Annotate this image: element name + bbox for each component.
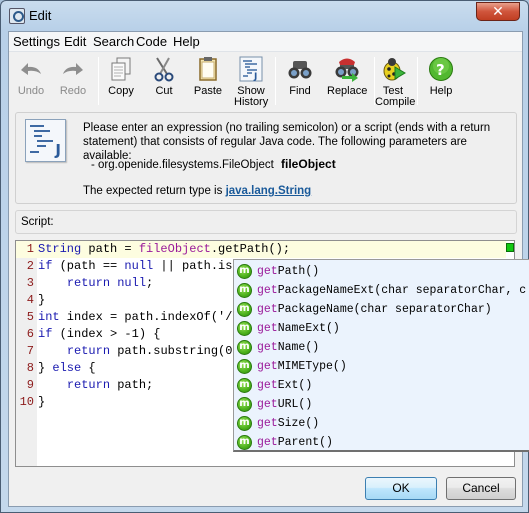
code-text: if (index > -1) { — [38, 327, 161, 341]
cut-button[interactable]: Cut — [150, 56, 178, 106]
paste-icon — [195, 56, 221, 82]
parameter-type: - org.openide.filesystems.FileObject — [91, 159, 274, 171]
edit-dialog: Edit ✕ Settings Edit Search Code Help Un… — [0, 0, 529, 513]
toolbar: Undo Redo Copy Cut Paste J Show History … — [9, 52, 522, 108]
method-icon: m — [237, 378, 252, 393]
menu-bar: Settings Edit Search Code Help — [9, 32, 522, 52]
menu-code[interactable]: Code — [134, 34, 169, 49]
replace-icon — [334, 56, 360, 82]
redo-icon — [60, 56, 86, 82]
completion-text: getSize() — [257, 417, 320, 430]
completion-text: getURL() — [257, 398, 313, 411]
method-icon: m — [237, 321, 252, 336]
script-section-header: Script: — [15, 210, 517, 234]
code-text: } else { — [38, 361, 96, 375]
show-history-button[interactable]: J Show History — [234, 56, 268, 108]
window-title: Edit — [29, 8, 52, 23]
return-type-prefix: The expected return type is — [83, 185, 223, 197]
undo-icon — [18, 56, 44, 82]
close-button[interactable]: ✕ — [476, 2, 520, 21]
compile-status-indicator — [506, 243, 514, 252]
line-number: 2 — [26, 259, 34, 273]
java-script-icon: J — [25, 119, 66, 162]
toolbar-separator — [275, 57, 276, 105]
completion-text: getPackageNameExt(char separatorChar, c — [257, 284, 527, 297]
parameter-name: fileObject — [281, 157, 336, 171]
completion-text: getName() — [257, 341, 320, 354]
method-icon: m — [237, 264, 252, 279]
toolbar-separator — [98, 57, 99, 105]
line-number: 7 — [26, 344, 34, 358]
method-icon: m — [237, 283, 252, 298]
method-icon: m — [237, 416, 252, 431]
menu-search[interactable]: Search — [91, 34, 136, 49]
line-number: 3 — [26, 276, 34, 290]
code-text: } — [38, 293, 46, 307]
svg-text:?: ? — [436, 61, 445, 79]
cancel-button[interactable]: Cancel — [446, 477, 516, 500]
line-number: 1 — [26, 242, 34, 256]
find-button[interactable]: Find — [285, 56, 315, 106]
line-number: 10 — [19, 395, 34, 409]
info-panel: J Please enter an expression (no trailin… — [15, 112, 517, 204]
menu-help[interactable]: Help — [171, 34, 202, 49]
history-icon: J — [238, 56, 264, 82]
copy-button[interactable]: Copy — [105, 56, 137, 106]
ok-button[interactable]: OK — [365, 477, 437, 500]
parameter-entry: - org.openide.filesystems.FileObject fil… — [91, 157, 336, 171]
script-label: Script: — [21, 216, 54, 228]
completion-text: getPath() — [257, 265, 320, 278]
code-text: if (path == null || path.isE — [38, 259, 240, 273]
completion-text: getPackageName(char separatorChar) — [257, 303, 492, 316]
line-number: 6 — [26, 327, 34, 341]
replace-button[interactable]: Replace — [327, 56, 367, 106]
method-icon: m — [237, 397, 252, 412]
test-compile-icon — [380, 56, 406, 82]
menu-settings[interactable]: Settings — [11, 34, 62, 49]
method-icon: m — [237, 359, 252, 374]
help-button[interactable]: ? Help — [427, 56, 455, 106]
copy-icon — [108, 56, 134, 82]
method-icon: m — [237, 302, 252, 317]
line-number: 5 — [26, 310, 34, 324]
line-number: 9 — [26, 378, 34, 392]
line-number: 4 — [26, 293, 34, 307]
toolbar-separator — [417, 57, 418, 105]
cut-icon — [151, 56, 177, 82]
return-type-link[interactable]: java.lang.String — [226, 185, 312, 197]
app-icon — [9, 8, 25, 24]
method-icon: m — [237, 340, 252, 355]
code-text: int index = path.indexOf('/' — [38, 310, 240, 324]
completion-text: getMIMEType() — [257, 360, 347, 373]
title-bar[interactable]: Edit ✕ — [1, 1, 528, 31]
find-icon — [287, 56, 313, 82]
undo-button[interactable]: Undo — [14, 56, 48, 106]
code-completion-popup: m getPath() m getPackageNameExt(char separa… — [233, 259, 529, 452]
code-text: String path = fileObject.getPath(); — [38, 242, 291, 256]
code-text: return null; — [66, 276, 154, 290]
line-number: 8 — [26, 361, 34, 375]
return-type-line: The expected return type is java.lang.St… — [83, 185, 311, 197]
paste-button[interactable]: Paste — [191, 56, 225, 106]
method-icon: m — [237, 435, 252, 450]
completion-text: getNameExt() — [257, 322, 340, 335]
help-icon: ? — [428, 56, 454, 82]
code-text: return path; — [66, 378, 154, 392]
redo-button[interactable]: Redo — [56, 56, 90, 106]
code-text: } — [38, 395, 46, 409]
svg-text:J: J — [253, 72, 257, 82]
completion-text: getParent() — [257, 436, 333, 449]
completion-text: getExt() — [257, 379, 313, 392]
code-line[interactable]: 1 String path = fileObject.getPath(); — [16, 241, 506, 258]
code-text: return path.substring(0, — [66, 344, 240, 358]
test-compile-button[interactable]: Test Compile — [375, 56, 415, 108]
menu-edit[interactable]: Edit — [62, 34, 88, 49]
